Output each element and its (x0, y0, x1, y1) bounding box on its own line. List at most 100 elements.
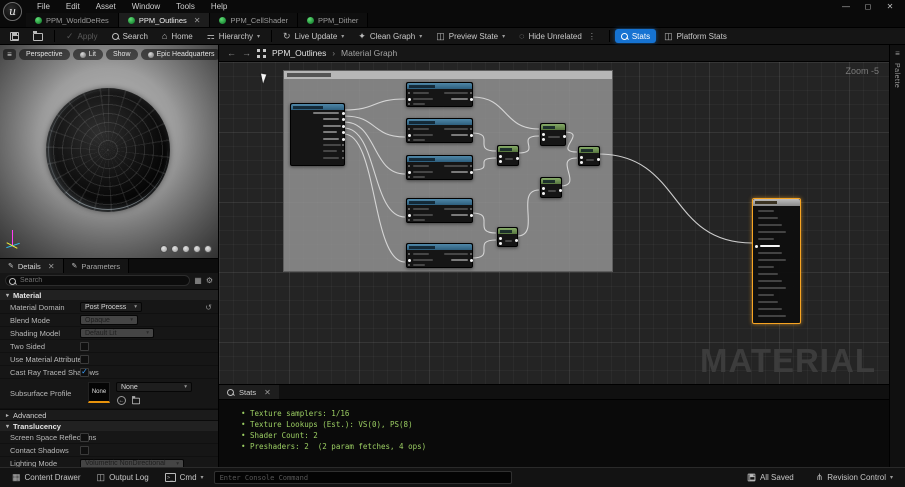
node-pin[interactable] (342, 131, 345, 134)
graph-node-wide[interactable] (406, 155, 473, 180)
graph-node-result[interactable] (752, 198, 801, 324)
node-pin[interactable] (408, 165, 410, 167)
node-pin[interactable] (342, 112, 345, 115)
node-pin[interactable] (580, 161, 583, 164)
minimize-button[interactable]: — (835, 0, 857, 13)
material-domain-dropdown[interactable]: Post Process ▾ (80, 302, 142, 312)
two-sided-checkbox[interactable] (80, 342, 89, 351)
node-pin[interactable] (408, 103, 410, 105)
details-tab-close-icon[interactable]: ✕ (48, 262, 55, 271)
node-pin[interactable] (499, 237, 502, 240)
node-pin[interactable] (342, 157, 344, 159)
maximize-button[interactable]: ◻ (857, 0, 879, 13)
graph-node-op[interactable] (540, 123, 566, 146)
graph-node-wide[interactable] (406, 82, 473, 107)
section-translucency[interactable]: ▾ Translucency (0, 420, 218, 431)
graph-node-op[interactable] (497, 145, 519, 166)
node-pin[interactable] (408, 264, 410, 266)
asset-tab-ppm_dither[interactable]: PPM_Dither (298, 13, 368, 27)
details-search-input[interactable] (5, 275, 190, 286)
node-pin[interactable] (563, 135, 566, 138)
preview-shape-button[interactable] (193, 245, 201, 253)
tab-close-icon[interactable]: ✕ (194, 16, 201, 25)
cast-ray-traced-shadows-checkbox[interactable]: ✓ (80, 368, 89, 377)
node-pin[interactable] (408, 259, 411, 262)
toolbar-apply-button[interactable]: ✓Apply (60, 29, 104, 43)
preview-viewport[interactable]: ≡ PerspectiveLitShowEpic Headquarters (0, 45, 218, 258)
menu-edit[interactable]: Edit (59, 1, 87, 12)
node-pin[interactable] (408, 219, 410, 221)
browse-to-asset-button[interactable] (27, 29, 49, 43)
stats-panel-tab[interactable]: Stats ✕ (219, 385, 279, 399)
graph-node-op[interactable] (497, 227, 518, 247)
toolbar-home-button[interactable]: ⌂Home (156, 29, 199, 43)
graph-node-fn[interactable] (290, 103, 345, 166)
node-pin[interactable] (470, 92, 472, 94)
toolbar-platform-stats-button[interactable]: ◫Platform Stats (658, 29, 733, 43)
node-pin[interactable] (408, 208, 410, 210)
viewport-menu-icon[interactable]: ≡ (3, 49, 16, 60)
palette-sidebar-tab[interactable]: ≡ Palette (889, 45, 905, 467)
section-advanced[interactable]: ▾ Advanced (0, 409, 218, 420)
viewport-perspective-button[interactable]: Perspective (19, 49, 70, 60)
tab-details[interactable]: ✎ Details ✕ (0, 259, 64, 273)
menu-asset[interactable]: Asset (89, 1, 123, 12)
node-pin[interactable] (342, 118, 345, 121)
node-pin[interactable] (342, 138, 345, 141)
node-pin[interactable] (755, 245, 758, 248)
forward-arrow-icon[interactable]: → (242, 48, 251, 58)
graph-node-wide[interactable] (406, 198, 473, 223)
preview-shape-button[interactable] (204, 245, 212, 253)
node-pin[interactable] (470, 259, 473, 262)
subsurface-profile-dropdown[interactable]: None ▾ (116, 382, 192, 392)
output-log-button[interactable]: ◫ Output Log (91, 471, 155, 485)
toolbar-hide-unrelated-button[interactable]: ◌Hide Unrelated⋮ (513, 29, 604, 43)
more-options-icon[interactable]: ⋮ (586, 32, 598, 41)
menu-help[interactable]: Help (204, 1, 234, 12)
subsurface-profile-thumbnail[interactable]: None (88, 382, 110, 403)
tab-parameters[interactable]: ✎ Parameters (64, 259, 130, 273)
graph-node-op[interactable] (540, 177, 562, 198)
toolbar-hierarchy-button[interactable]: ⚎Hierarchy▾ (201, 29, 266, 43)
node-pin[interactable] (542, 187, 545, 190)
toolbar-search-button[interactable]: Search (106, 29, 154, 43)
all-saved-button[interactable]: All Saved (741, 471, 800, 485)
node-pin[interactable] (499, 155, 502, 158)
stats-tab-close-icon[interactable]: ✕ (264, 388, 271, 397)
node-pin[interactable] (516, 157, 519, 160)
revision-control-button[interactable]: ⋔ Revision Control ▾ (810, 471, 899, 485)
node-pin[interactable] (470, 98, 473, 101)
menu-window[interactable]: Window (125, 1, 167, 12)
node-pin[interactable] (470, 214, 473, 217)
node-pin[interactable] (342, 150, 344, 152)
reset-to-default-icon[interactable]: ↺ (205, 303, 212, 312)
filter-icon[interactable]: ▦ (194, 276, 202, 285)
preview-shape-button[interactable] (171, 245, 179, 253)
viewport-environment-button[interactable]: Epic Headquarters (141, 49, 219, 60)
node-pin[interactable] (342, 144, 344, 146)
settings-gear-icon[interactable]: ⚙ (206, 276, 213, 285)
node-pin[interactable] (470, 253, 472, 255)
node-pin[interactable] (408, 176, 410, 178)
preview-shape-button[interactable] (160, 245, 168, 253)
node-pin[interactable] (597, 158, 600, 161)
asset-tab-ppm_outlines[interactable]: PPM_Outlines✕ (119, 13, 211, 27)
asset-tab-ppm_worldderes[interactable]: PPM_WorldDeRes (26, 13, 119, 27)
node-pin[interactable] (408, 139, 410, 141)
toolbar-stats-button[interactable]: Stats (615, 29, 656, 43)
graph-node-op[interactable] (578, 146, 600, 166)
graph-node-wide[interactable] (406, 243, 473, 268)
menu-file[interactable]: File (30, 1, 57, 12)
node-pin[interactable] (515, 239, 518, 242)
browse-to-asset-icon[interactable] (132, 397, 140, 403)
content-drawer-button[interactable]: ▦ Content Drawer (6, 471, 87, 485)
close-button[interactable]: ✕ (879, 0, 901, 13)
toolbar-clean-graph-button[interactable]: ✦Clean Graph▾ (352, 29, 428, 43)
use-material-attributes-checkbox[interactable] (80, 355, 89, 364)
node-pin[interactable] (408, 128, 410, 130)
node-pin[interactable] (408, 171, 411, 174)
node-pin[interactable] (408, 98, 411, 101)
node-pin[interactable] (470, 171, 473, 174)
use-selected-asset-icon[interactable]: ← (117, 396, 126, 405)
node-pin[interactable] (470, 128, 472, 130)
